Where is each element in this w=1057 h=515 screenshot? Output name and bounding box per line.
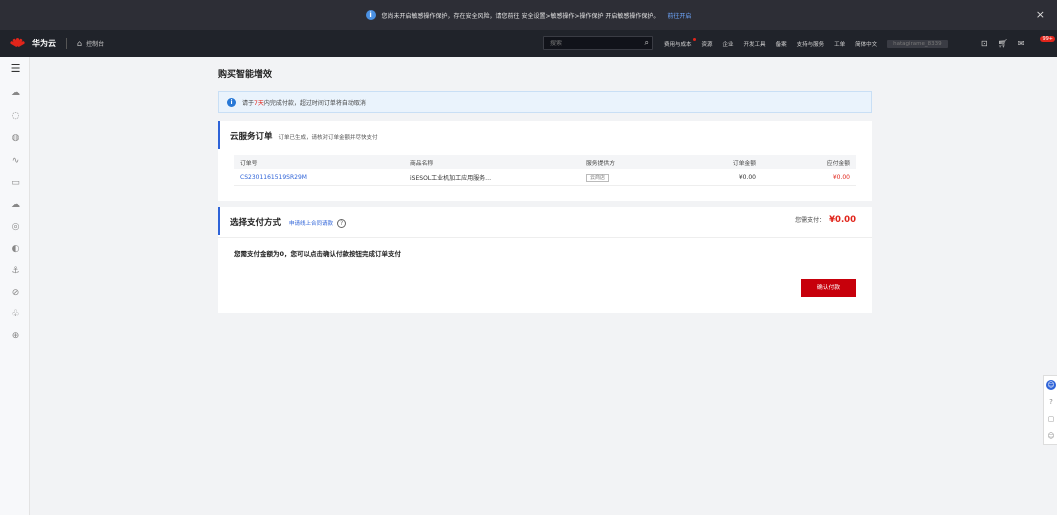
section-accent-bar (218, 207, 220, 235)
confirm-payment-button[interactable]: 确认付款 (801, 279, 856, 297)
notice-days: 7天 (254, 99, 264, 107)
order-card-subtitle: 订单已生成，请核对订单金额并尽快支付 (278, 135, 378, 141)
provider-tag: 云商店 (586, 173, 610, 182)
cloud-network-icon[interactable]: ◍ (10, 133, 21, 144)
nav-link-tickets[interactable]: 工单 (834, 40, 845, 48)
nav-link-support[interactable]: 支持与服务 (797, 40, 825, 48)
order-number-link[interactable]: CS2301161519SR29M (234, 174, 410, 181)
security-banner: i 您尚未开启敏感操作保护，存在安全风险，请您前往 安全设置>敏感操作>操作保护… (0, 0, 1057, 30)
cluster-icon[interactable]: ♧ (10, 309, 21, 320)
check-circle-icon[interactable]: ⊘ (10, 288, 21, 299)
left-sidebar: ☰ ☁︎ ◌ ◍ ∿ ▭ ☁ ◎ ◐ ⚓︎ ⊘ ♧ ⊕ (0, 57, 30, 515)
col-payable: 应付金额 (826, 160, 850, 167)
monitor-icon[interactable]: ∿ (10, 156, 21, 167)
nav-link-devtools[interactable]: 开发工具 (744, 40, 766, 48)
col-order-no: 订单号 (240, 160, 258, 167)
search-input[interactable] (544, 39, 634, 47)
account-name[interactable]: hatagirame_8339 (887, 39, 948, 48)
brand-name: 华为云 (32, 39, 56, 48)
console-link[interactable]: ⌂ 控制台 (77, 39, 104, 48)
nav-link-billing[interactable]: 费用与成本 (664, 37, 695, 48)
info-icon: i (227, 97, 236, 107)
close-icon[interactable]: × (1036, 8, 1045, 21)
notification-badge: 99+ (1040, 36, 1055, 42)
provider-cell: 云商店 (586, 173, 686, 182)
cloud-sync-icon[interactable]: ◐ (10, 244, 21, 255)
product-name: iSESOL工业机加工应用服务… (410, 174, 492, 182)
order-amount: ¥0.00 (738, 173, 756, 181)
home-icon: ⌂ (77, 39, 83, 48)
huawei-flower-icon (9, 37, 26, 51)
mail-icon[interactable]: ✉ 99+ (1018, 36, 1055, 48)
feedback-icon[interactable]: ▢ (1046, 414, 1056, 424)
nav-divider (66, 38, 67, 49)
need-pay-amount: ¥0.00 (829, 215, 856, 225)
cloud-storage-icon[interactable]: ◌ (10, 111, 21, 122)
console-label: 控制台 (86, 41, 105, 48)
anchor-icon[interactable]: ⚓︎ (10, 266, 21, 277)
divider (218, 237, 872, 238)
globe-icon[interactable]: ⊕ (10, 331, 21, 342)
page-title: 购买智能增效 (218, 70, 273, 80)
search-box[interactable]: ⌕ (543, 36, 653, 50)
help-circle-icon[interactable]: ? (1046, 397, 1056, 407)
order-card-header: 云服务订单 订单已生成，请核对订单金额并尽快支付 (230, 130, 378, 142)
help-icon[interactable]: ? (337, 219, 347, 228)
table-header: 订单号 商品名称 服务提供方 订单金额 应付金额 (234, 155, 856, 169)
message-icon[interactable]: ⊡ (981, 39, 988, 48)
order-table: 订单号 商品名称 服务提供方 订单金额 应付金额 CS2301161519SR2… (234, 155, 856, 186)
payable-amount: ¥0.00 (832, 173, 850, 181)
table-row: CS2301161519SR29M iSESOL工业机加工应用服务… 云商店 ¥… (234, 169, 856, 186)
database-icon[interactable]: ◎ (10, 222, 21, 233)
col-provider: 服务提供方 (586, 160, 615, 167)
document-icon[interactable]: ▭ (10, 178, 21, 189)
smile-icon[interactable]: ☺ (1046, 431, 1056, 441)
nav-link-resources[interactable]: 资源 (702, 40, 713, 48)
col-amount: 订单金额 (732, 160, 756, 167)
nav-icons: ⊡ 🛒︎ ✉ 99+ (971, 30, 1055, 57)
col-product: 商品名称 (410, 160, 434, 167)
cloud-service-icon[interactable]: ☁︎ (10, 88, 21, 99)
payment-card-header: 选择支付方式 申请线上合同请款 ? (230, 216, 347, 228)
order-card-title: 云服务订单 (230, 132, 273, 142)
nav-link-icp[interactable]: 备案 (776, 40, 787, 48)
notice-suffix: 内完成付款，超过时间订单将自动取消 (263, 99, 366, 107)
need-pay-label: 您需支付： (795, 217, 826, 224)
payment-card-title: 选择支付方式 (230, 218, 282, 228)
customer-service-icon[interactable]: ☺ (1046, 380, 1056, 390)
notice-prefix: 请于 (242, 99, 255, 107)
menu-icon[interactable]: ☰ (10, 63, 21, 74)
cart-icon[interactable]: 🛒︎ (998, 39, 1008, 48)
top-navigation: 华为云 ⌂ 控制台 ⌕ 费用与成本 资源 企业 开发工具 备案 支持与服务 工单… (0, 30, 1057, 57)
order-card: 云服务订单 订单已生成，请核对订单金额并尽快支付 订单号 商品名称 服务提供方 … (218, 121, 872, 201)
nav-link-enterprise[interactable]: 企业 (723, 40, 734, 48)
nav-link-language[interactable]: 简体中文 (855, 40, 877, 48)
cloud-outline-icon[interactable]: ☁ (10, 200, 21, 211)
payment-deadline-notice: i 请于 7天 内完成付款，超过时间订单将自动取消 (218, 91, 872, 113)
zero-amount-message: 您需支付金额为0，您可以点击确认付款按钮完成订单支付 (234, 250, 402, 258)
search-icon[interactable]: ⌕ (645, 38, 649, 48)
need-pay-summary: 您需支付： ¥0.00 (795, 215, 856, 225)
right-float-toolbar: ☺ ? ▢ ☺ (1043, 375, 1057, 445)
huawei-logo[interactable]: 华为云 (9, 37, 56, 51)
banner-enable-link[interactable]: 前往开启 (667, 11, 691, 20)
section-accent-bar (218, 121, 220, 149)
banner-message: 您尚未开启敏感操作保护，存在安全风险，请您前往 安全设置>敏感操作>操作保护 开… (381, 12, 660, 20)
nav-links: 费用与成本 资源 企业 开发工具 备案 支持与服务 工单 简体中文 hatagi… (664, 30, 958, 57)
info-icon: i (365, 10, 376, 20)
payment-card: 选择支付方式 申请线上合同请款 ? 您需支付： ¥0.00 您需支付金额为0，您… (218, 207, 872, 313)
apply-contract-link[interactable]: 申请线上合同请款 (289, 219, 333, 227)
